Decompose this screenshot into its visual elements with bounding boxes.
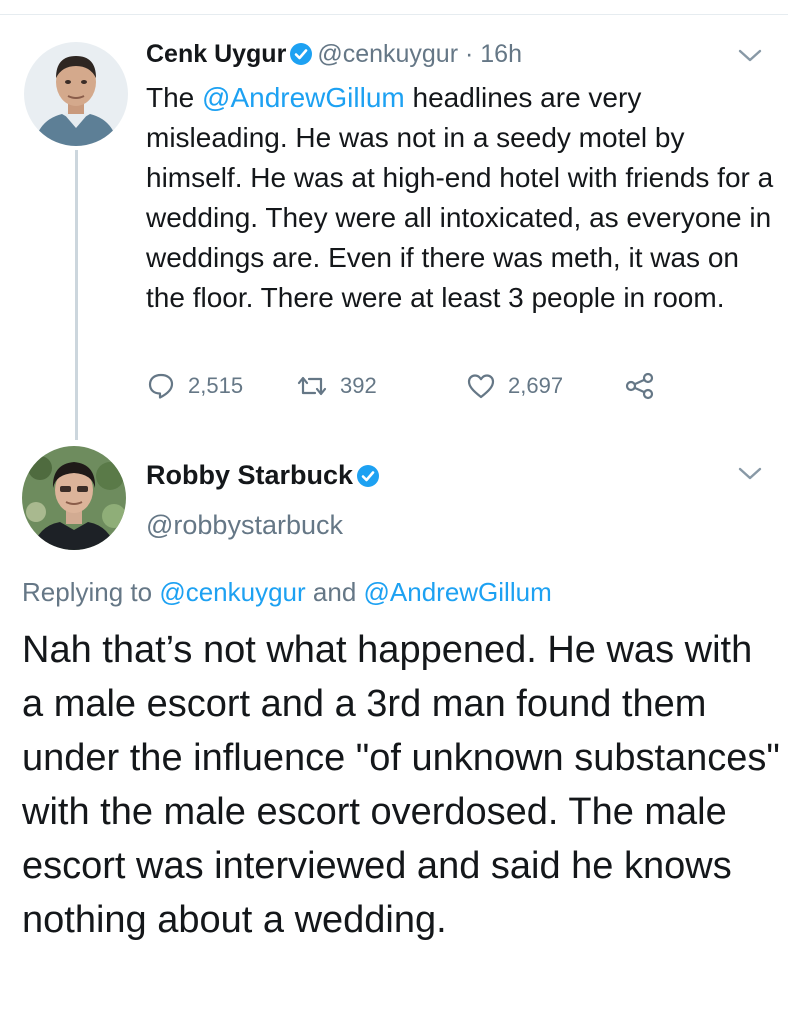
- retweet-count: 392: [340, 373, 377, 398]
- like-count: 2,697: [508, 373, 564, 398]
- like-button[interactable]: 2,697: [466, 366, 563, 406]
- tweet2-text: Nah that’s not what happened. He was wit…: [22, 629, 780, 941]
- top-divider: [0, 14, 788, 15]
- replying-and: and: [305, 577, 364, 607]
- tweet-time[interactable]: 16h: [480, 40, 522, 68]
- replying-to-line: Replying to @cenkuygur and @AndrewGillum: [22, 574, 552, 610]
- retweet-button[interactable]: 392: [296, 366, 377, 406]
- replying-prefix: Replying to: [22, 577, 160, 607]
- mention-link[interactable]: @AndrewGillum: [364, 577, 552, 607]
- separator-dot: ·: [465, 40, 474, 68]
- reply-icon: [148, 373, 174, 399]
- author-handle[interactable]: @cenkuygur: [317, 40, 458, 68]
- retweet-icon: [297, 376, 327, 396]
- thread-connector-line: [75, 150, 78, 440]
- like-icon: [467, 374, 495, 399]
- reply-count: 2,515: [188, 373, 244, 398]
- mention-link[interactable]: @AndrewGillum: [202, 82, 405, 113]
- author-handle[interactable]: @robbystarbuck: [146, 508, 343, 542]
- mention-link[interactable]: @cenkuygur: [159, 577, 305, 607]
- share-button[interactable]: [624, 366, 668, 406]
- chevron-down-icon[interactable]: [736, 464, 764, 484]
- author-name[interactable]: Cenk Uygur: [146, 40, 286, 68]
- verified-badge-icon: [290, 43, 313, 65]
- tweet1-text: The @AndrewGillum headlines are very mis…: [146, 78, 776, 318]
- tweet2-header: Robby Starbuck: [146, 458, 384, 492]
- tweet-text-part: The: [146, 82, 203, 113]
- reply-button[interactable]: 2,515: [146, 366, 243, 406]
- chevron-down-icon[interactable]: [736, 46, 764, 66]
- verified-badge-icon: [357, 465, 380, 487]
- author-name[interactable]: Robby Starbuck: [146, 460, 353, 490]
- avatar[interactable]: [22, 446, 126, 550]
- tweet-text-part: headlines are very misleading. He was no…: [146, 82, 774, 313]
- tweet1-actions: 2,515 392 2,697: [146, 366, 706, 406]
- avatar[interactable]: [24, 42, 128, 146]
- tweet1-header: Cenk Uygur @cenkuygur · 16h: [146, 38, 522, 70]
- share-icon: [625, 372, 654, 400]
